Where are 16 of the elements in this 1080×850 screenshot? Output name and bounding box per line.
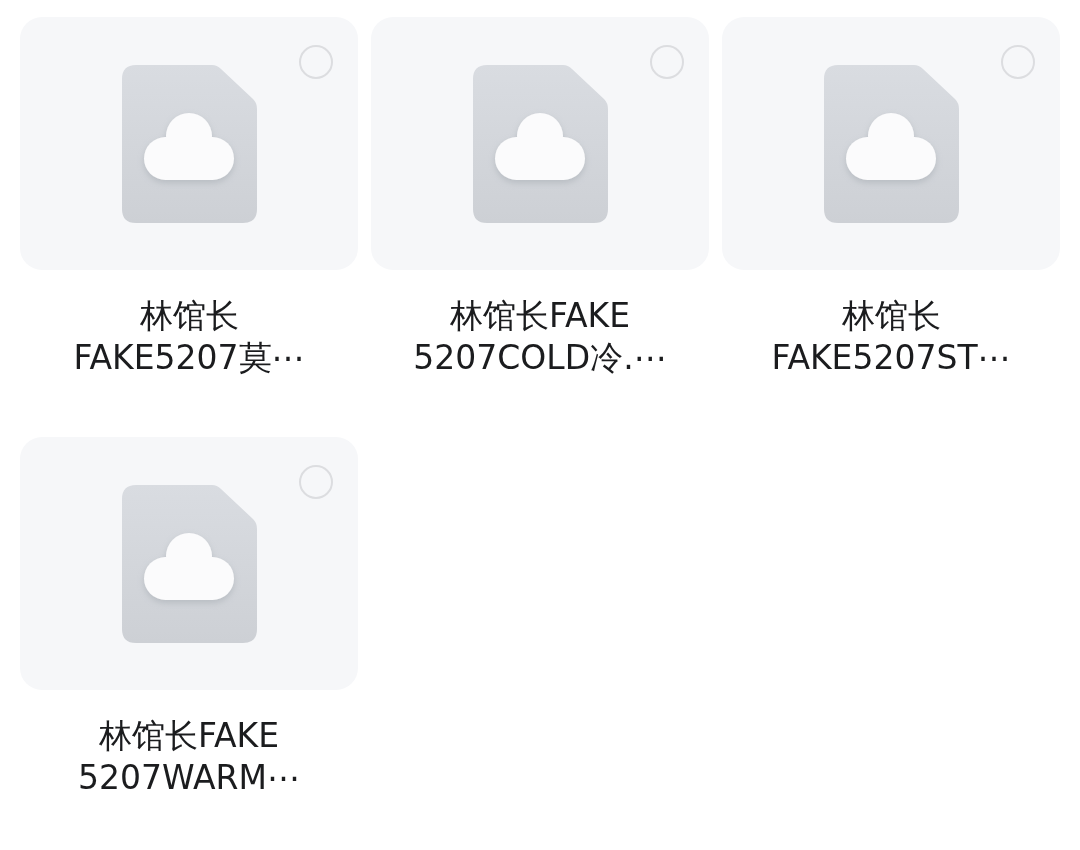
file-name: 林馆长 FAKE5207ST⋯ bbox=[770, 295, 1012, 379]
cloud-file-icon bbox=[472, 64, 608, 223]
selection-circle-icon[interactable] bbox=[299, 45, 333, 79]
cloud-file-icon bbox=[121, 64, 257, 223]
file-name: 林馆长FAKE 5207WARM⋯ bbox=[77, 715, 301, 799]
selection-circle-icon[interactable] bbox=[1001, 45, 1035, 79]
file-card[interactable] bbox=[371, 17, 709, 270]
cloud-file-icon bbox=[823, 64, 959, 223]
file-card[interactable] bbox=[20, 437, 358, 690]
file-card[interactable] bbox=[722, 17, 1060, 270]
selection-circle-icon[interactable] bbox=[650, 45, 684, 79]
selection-circle-icon[interactable] bbox=[299, 465, 333, 499]
cloud-file-icon bbox=[121, 484, 257, 643]
file-card[interactable] bbox=[20, 17, 358, 270]
file-name: 林馆长 FAKE5207莫⋯ bbox=[72, 295, 306, 379]
file-name: 林馆长FAKE 5207COLD冷.⋯ bbox=[412, 295, 668, 379]
